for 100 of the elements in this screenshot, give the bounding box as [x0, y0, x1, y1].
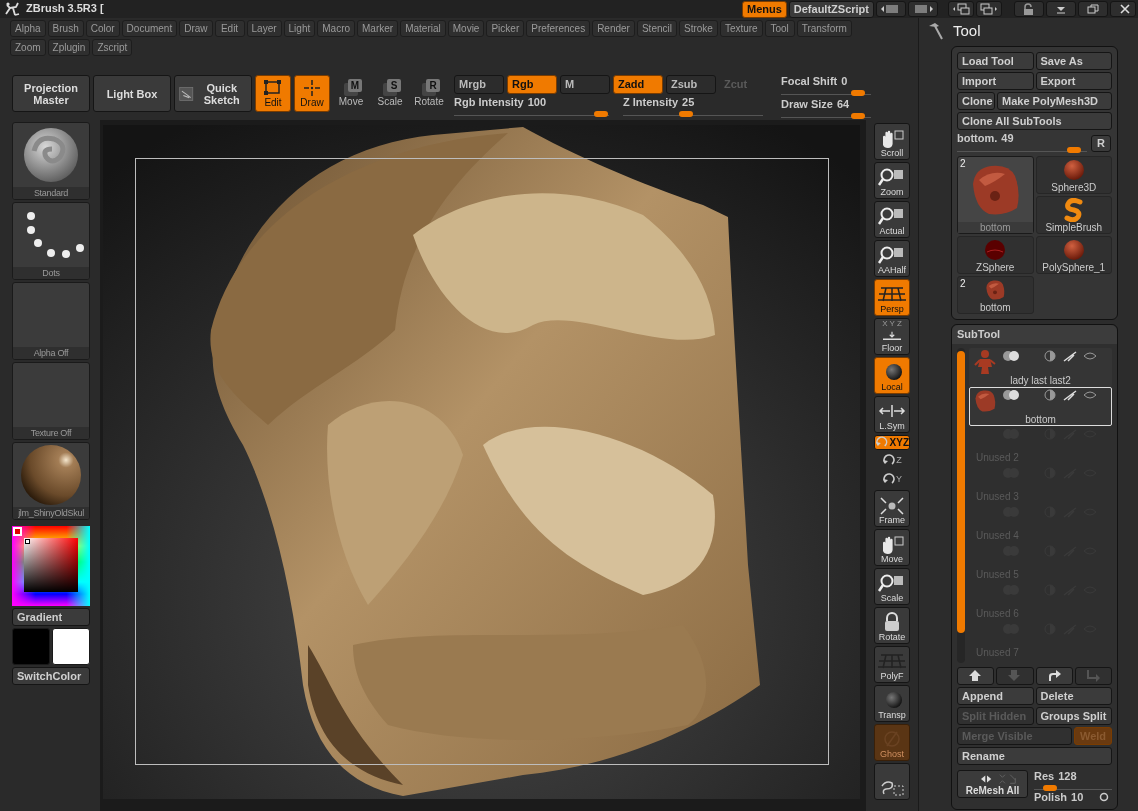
tool-thumbnail[interactable]: 2 bottom — [957, 156, 1034, 235]
slider-track[interactable] — [623, 110, 763, 117]
slider-thumb[interactable] — [594, 111, 609, 118]
menu-item[interactable]: Picker — [486, 20, 525, 37]
subtool-row[interactable]: bottom — [969, 387, 1112, 427]
menu-item[interactable]: Layer — [246, 20, 282, 37]
menu-item[interactable]: Material — [400, 20, 446, 37]
panel-button[interactable]: Save As — [1035, 52, 1112, 70]
scrollbar[interactable] — [957, 348, 965, 663]
shelf-button[interactable]: Zoom — [874, 162, 910, 199]
menu-item[interactable]: Marker — [357, 20, 399, 37]
rotate-axis-button[interactable]: Z — [877, 452, 907, 469]
panel-button[interactable]: Clone — [957, 92, 995, 110]
slider-thumb[interactable] — [679, 111, 693, 118]
menu-item[interactable]: Transform — [796, 20, 852, 37]
windows-button[interactable] — [948, 1, 974, 17]
shelf-button[interactable]: Local — [874, 357, 910, 394]
subtool-row[interactable]: lady last last2 — [969, 348, 1112, 388]
mode-button[interactable]: Draw — [294, 75, 330, 112]
toolbar-button[interactable]: Light Box — [93, 75, 171, 112]
toggle-button[interactable]: Zadd — [613, 75, 663, 94]
restore-button[interactable] — [1078, 1, 1108, 17]
tool-thumbnail[interactable]: ZSphere — [957, 236, 1034, 275]
remesh-button[interactable]: ReMesh All — [957, 769, 1028, 798]
windows-button[interactable] — [976, 1, 1002, 17]
stroke-button[interactable]: Dots — [12, 202, 90, 280]
panel-button[interactable]: Import — [957, 72, 1034, 90]
rotate-axis-button[interactable]: Y — [877, 471, 907, 488]
shelf-button[interactable]: Frame — [874, 490, 910, 527]
panel-button[interactable]: Make PolyMesh3D — [997, 92, 1112, 110]
title-button[interactable]: DefaultZScript — [788, 0, 874, 18]
lock-button[interactable] — [1014, 1, 1044, 17]
close-button[interactable] — [1110, 1, 1136, 17]
menu-item[interactable]: Render — [592, 20, 635, 37]
shelf-button[interactable] — [874, 763, 910, 800]
menu-item[interactable]: Zplugin — [47, 39, 91, 56]
minimize-button[interactable] — [1046, 1, 1076, 17]
color-swatch[interactable] — [12, 628, 50, 665]
tool-thumbnail[interactable]: 2 bottom — [957, 276, 1034, 315]
mode-button[interactable]: Edit — [255, 75, 291, 112]
slider-track[interactable] — [1034, 783, 1112, 790]
quick-sketch-button[interactable]: Quick Sketch — [174, 75, 252, 112]
panel-button[interactable]: Append — [957, 686, 1034, 705]
menu-item[interactable]: Stencil — [636, 20, 677, 37]
shelf-button[interactable]: PolyF — [874, 646, 910, 683]
menu-item[interactable]: Light — [283, 20, 316, 37]
brush-button[interactable]: Standard — [12, 122, 90, 200]
tool-thumbnail[interactable]: SimpleBrush — [1035, 196, 1112, 235]
menu-item[interactable]: Tool — [764, 20, 795, 37]
texture-button[interactable]: Texture Off — [12, 362, 90, 440]
menu-item[interactable]: Document — [121, 20, 178, 37]
arrow-button[interactable] — [1035, 666, 1073, 685]
xyz-button[interactable]: XYZ — [874, 435, 910, 450]
shelf-button[interactable]: Scale — [874, 568, 910, 605]
menu-item[interactable]: Movie — [447, 20, 485, 37]
slider-track[interactable] — [957, 146, 1087, 153]
slider-thumb[interactable] — [850, 113, 865, 120]
mode-button[interactable]: S Scale — [372, 75, 408, 112]
slider-track[interactable] — [781, 89, 871, 96]
slider-thumb[interactable] — [850, 90, 865, 97]
tool-thumbnail[interactable]: PolySphere_1 — [1035, 236, 1112, 275]
panel-button[interactable]: Rename — [957, 746, 1112, 765]
color-swatch[interactable] — [52, 628, 90, 665]
stripes-button[interactable] — [908, 1, 938, 17]
shelf-button[interactable]: L.Sym — [874, 396, 910, 433]
toggle-button[interactable]: Rgb — [507, 75, 557, 94]
shelf-button[interactable]: Persp — [874, 279, 910, 316]
tool-thumbnail[interactable]: Sphere3D — [1035, 156, 1112, 195]
panel-button[interactable]: Groups Split — [1035, 706, 1112, 725]
panel-button[interactable]: Delete — [1035, 686, 1112, 705]
shelf-button[interactable]: Move — [874, 529, 910, 566]
shelf-button[interactable]: Transp — [874, 685, 910, 722]
panel-button[interactable]: Export — [1035, 72, 1112, 90]
slider-thumb[interactable] — [1042, 784, 1057, 791]
shelf-button[interactable]: Actual — [874, 201, 910, 238]
menu-item[interactable]: Stroke — [678, 20, 718, 37]
slider-track[interactable] — [781, 112, 871, 119]
slider-thumb[interactable] — [1067, 147, 1081, 154]
menu-item[interactable]: Macro — [317, 20, 356, 37]
stripes-button[interactable] — [876, 1, 906, 17]
shelf-button[interactable]: Rotate — [874, 607, 910, 644]
menu-item[interactable]: Zoom — [10, 39, 46, 56]
panel-button[interactable]: Clone All SubTools — [957, 112, 1112, 130]
title-button[interactable]: Menus — [741, 0, 787, 18]
panel-button[interactable]: Load Tool — [957, 52, 1034, 70]
menu-item[interactable]: Brush — [47, 20, 84, 37]
toggle-button[interactable]: Zsub — [666, 75, 716, 94]
color-picker[interactable] — [12, 526, 90, 606]
switch-color-button[interactable]: SwitchColor — [12, 667, 90, 685]
menu-item[interactable]: Zscript — [92, 39, 133, 56]
menu-item[interactable]: Draw — [179, 20, 213, 37]
menu-item[interactable]: Color — [85, 20, 120, 37]
slider-track[interactable] — [454, 110, 609, 117]
reset-button[interactable]: R — [1091, 135, 1111, 153]
menu-item[interactable]: Texture — [719, 20, 763, 37]
arrow-button[interactable] — [957, 666, 995, 685]
mode-button[interactable]: R Rotate — [411, 75, 447, 112]
material-button[interactable]: jlm_ShinyOldSkul — [12, 442, 90, 520]
menu-item[interactable]: Alpha — [10, 20, 46, 37]
menu-item[interactable]: Edit — [214, 20, 245, 37]
